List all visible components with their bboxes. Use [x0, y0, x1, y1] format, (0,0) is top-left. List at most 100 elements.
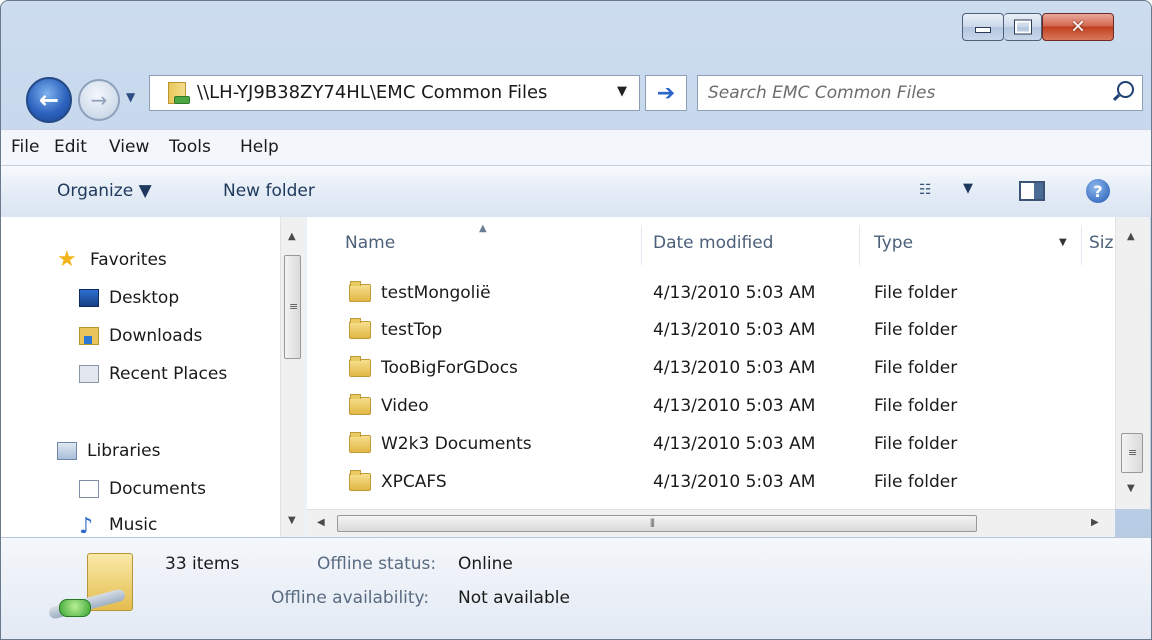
- offline-availability-value: Not available: [458, 588, 570, 608]
- nav-libraries[interactable]: Libraries: [57, 441, 160, 461]
- network-folder-large-icon: [87, 553, 133, 611]
- file-date: 4/13/2010 5:03 AM: [653, 358, 816, 378]
- scroll-left-icon[interactable]: ◀: [317, 517, 325, 528]
- file-date: 4/13/2010 5:03 AM: [653, 320, 816, 340]
- change-view-icon[interactable]: ☷: [919, 182, 941, 198]
- nav-downloads[interactable]: Downloads: [79, 326, 202, 346]
- documents-icon: [79, 480, 99, 498]
- search-input[interactable]: [708, 80, 1068, 106]
- nav-favorites[interactable]: ★ Favorites: [57, 249, 167, 271]
- column-separator[interactable]: [1081, 225, 1082, 265]
- column-separator[interactable]: [859, 225, 860, 265]
- column-separator[interactable]: [641, 225, 642, 265]
- file-date: 4/13/2010 5:03 AM: [653, 434, 816, 454]
- file-list-scrollbar[interactable]: ▲ ≡ ▼: [1115, 217, 1150, 509]
- scroll-right-icon[interactable]: ▶: [1091, 517, 1099, 528]
- file-date: 4/13/2010 5:03 AM: [653, 283, 816, 303]
- scroll-down-icon[interactable]: ▼: [288, 515, 296, 526]
- folder-icon: [349, 394, 371, 415]
- column-header-type[interactable]: Type: [874, 233, 913, 253]
- organize-button[interactable]: Organize ▼: [57, 181, 152, 201]
- file-type: File folder: [874, 283, 958, 303]
- offline-status-value: Online: [458, 554, 513, 574]
- column-header-size[interactable]: Siz: [1089, 233, 1113, 253]
- network-connection-icon: [59, 599, 91, 617]
- search-box[interactable]: [697, 75, 1143, 111]
- table-row[interactable]: XPCAFS 4/13/2010 5:03 AM File folder: [307, 466, 1087, 503]
- menu-bar: File Edit View Tools Help: [1, 129, 1151, 166]
- scroll-up-icon[interactable]: ▲: [1127, 231, 1135, 242]
- nav-music[interactable]: ♪ Music: [79, 514, 158, 539]
- new-folder-button[interactable]: New folder: [223, 181, 315, 201]
- menu-help[interactable]: Help: [240, 137, 279, 157]
- nav-documents[interactable]: Documents: [79, 479, 206, 499]
- offline-availability-label: Offline availability:: [271, 588, 430, 608]
- explorer-window: ✕ ← → ▼ \\LH-YJ9B38ZY74HL\EMC Common Fil…: [0, 0, 1152, 640]
- nav-label: Music: [109, 515, 158, 535]
- menu-file[interactable]: File: [11, 137, 39, 157]
- address-bar[interactable]: \\LH-YJ9B38ZY74HL\EMC Common Files ▼: [149, 75, 640, 111]
- scroll-down-icon[interactable]: ▼: [1127, 483, 1135, 494]
- search-icon[interactable]: [1117, 81, 1134, 98]
- view-options-dropdown-icon[interactable]: ▼: [963, 181, 973, 196]
- minimize-icon: [975, 27, 991, 34]
- back-button[interactable]: ←: [26, 77, 72, 123]
- file-name: testMongolië: [381, 283, 491, 303]
- item-count: 33 items: [165, 554, 240, 574]
- scroll-thumb[interactable]: ≡: [284, 255, 301, 359]
- menu-edit[interactable]: Edit: [54, 137, 87, 157]
- close-button[interactable]: ✕: [1042, 13, 1114, 41]
- address-dropdown-icon[interactable]: ▼: [617, 84, 627, 99]
- folder-icon: [349, 432, 371, 453]
- nav-label: Favorites: [90, 250, 167, 270]
- go-button[interactable]: ➔: [645, 75, 687, 111]
- nav-label: Libraries: [87, 441, 161, 461]
- forward-button[interactable]: →: [78, 79, 120, 121]
- grip-icon: ≡: [289, 300, 299, 313]
- network-share-icon: [174, 96, 190, 104]
- file-date: 4/13/2010 5:03 AM: [653, 396, 816, 416]
- scroll-thumb[interactable]: ≡: [1121, 433, 1143, 473]
- grip-icon: ≡: [1128, 446, 1138, 459]
- maximize-icon: [1013, 19, 1032, 35]
- file-name: TooBigForGDocs: [381, 358, 518, 378]
- folder-icon: [349, 318, 371, 339]
- folder-icon: [349, 470, 371, 491]
- nav-label: Downloads: [109, 326, 203, 346]
- minimize-button[interactable]: [962, 13, 1004, 41]
- nav-recent-places[interactable]: Recent Places: [79, 364, 227, 384]
- table-row[interactable]: testTop 4/13/2010 5:03 AM File folder: [307, 314, 1087, 351]
- nav-desktop[interactable]: Desktop: [79, 288, 179, 308]
- scroll-thumb[interactable]: ⦀: [337, 515, 977, 532]
- libraries-icon: [57, 442, 77, 460]
- sort-ascending-icon: ▲: [479, 223, 487, 234]
- recent-pages-button[interactable]: ▼: [126, 90, 135, 104]
- table-row[interactable]: testMongolië 4/13/2010 5:03 AM File fold…: [307, 277, 1087, 314]
- table-row[interactable]: TooBigForGDocs 4/13/2010 5:03 AM File fo…: [307, 352, 1087, 389]
- file-list: ▲ Name Date modified Type ▼ Siz testMong…: [307, 217, 1115, 509]
- menu-view[interactable]: View: [109, 137, 149, 157]
- forward-arrow-icon: →: [90, 88, 108, 112]
- horizontal-scrollbar[interactable]: ◀ ⦀ ▶: [307, 509, 1115, 538]
- maximize-button[interactable]: [1004, 13, 1042, 41]
- scroll-up-icon[interactable]: ▲: [288, 231, 296, 242]
- address-path[interactable]: \\LH-YJ9B38ZY74HL\EMC Common Files: [197, 82, 547, 103]
- file-type: File folder: [874, 434, 958, 454]
- preview-pane-icon[interactable]: [1019, 181, 1045, 201]
- help-icon[interactable]: ?: [1086, 179, 1110, 203]
- nav-label: Documents: [109, 479, 206, 499]
- downloads-icon: [79, 327, 99, 345]
- music-icon: ♪: [79, 514, 94, 539]
- close-icon: ✕: [1070, 16, 1086, 38]
- table-row[interactable]: Video 4/13/2010 5:03 AM File folder: [307, 390, 1087, 427]
- column-header-name[interactable]: Name: [345, 233, 395, 253]
- chevron-down-icon: ▼: [126, 90, 136, 104]
- column-header-date-modified[interactable]: Date modified: [653, 233, 773, 253]
- file-type: File folder: [874, 396, 958, 416]
- table-row[interactable]: W2k3 Documents 4/13/2010 5:03 AM File fo…: [307, 428, 1087, 465]
- nav-pane-scrollbar[interactable]: ▲ ≡ ▼: [280, 217, 305, 537]
- type-filter-dropdown-icon[interactable]: ▼: [1059, 237, 1067, 248]
- file-type: File folder: [874, 320, 958, 340]
- recent-places-icon: [79, 365, 99, 383]
- menu-tools[interactable]: Tools: [169, 137, 211, 157]
